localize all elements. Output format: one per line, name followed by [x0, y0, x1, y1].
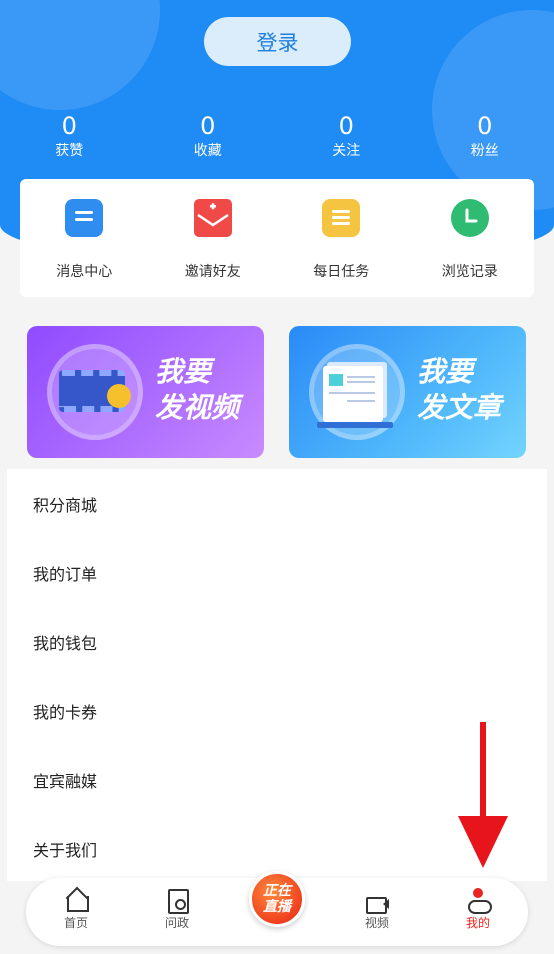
quick-action-history[interactable]: 浏览记录 [406, 179, 535, 297]
quick-action-messages[interactable]: 消息中心 [20, 179, 149, 297]
post-article-banner[interactable]: 我要 发文章 [289, 326, 526, 458]
decorative-bubble [0, 0, 160, 110]
tab-mine[interactable]: 我的 [438, 888, 518, 931]
live-stream-button[interactable]: 正在 直播 [249, 871, 305, 927]
stat-label: 关注 [332, 143, 361, 159]
stat-likes[interactable]: 0 获赞 [0, 112, 139, 161]
tab-label: 问政 [164, 916, 189, 930]
menu-item-my-coupons[interactable]: 我的卡券 [7, 676, 547, 745]
stat-value: 0 [477, 112, 493, 140]
document-icon [323, 366, 383, 422]
document-stand-icon [317, 422, 393, 428]
tab-ask[interactable]: 问政 [137, 888, 217, 931]
stat-value: 0 [338, 112, 354, 140]
live-line1: 正在 [263, 883, 291, 899]
menu-item-yibin-media[interactable]: 宜宾融媒 [7, 745, 547, 814]
banner-text: 我要 发文章 [417, 354, 501, 426]
user-stats: 0 获赞 0 收藏 0 关注 0 粉丝 [0, 112, 554, 161]
quick-action-label: 邀请好友 [184, 264, 241, 280]
quick-action-label: 浏览记录 [441, 264, 498, 280]
quick-action-label: 消息中心 [56, 264, 113, 280]
quick-actions-card: 消息中心 邀请好友 每日任务 浏览记录 [20, 179, 534, 297]
banner-line1: 我要 [417, 355, 474, 388]
quick-action-tasks[interactable]: 每日任务 [277, 179, 406, 297]
post-video-banner[interactable]: 我要 发视频 [27, 326, 264, 458]
inquiry-icon [165, 888, 189, 914]
stat-label: 获赞 [55, 143, 84, 159]
banner-text: 我要 发视频 [155, 354, 239, 426]
tab-video[interactable]: 视频 [337, 888, 417, 931]
invite-icon [193, 199, 232, 237]
menu-item-my-orders[interactable]: 我的订单 [7, 538, 547, 607]
login-button[interactable]: 登录 [204, 17, 351, 66]
quick-action-invite[interactable]: 邀请好友 [149, 179, 278, 297]
stat-following[interactable]: 0 关注 [277, 112, 416, 161]
history-clock-icon [450, 199, 489, 237]
banner-line2: 发文章 [417, 391, 502, 424]
tab-label: 我的 [465, 916, 490, 930]
home-icon [64, 888, 89, 912]
message-icon [65, 199, 104, 237]
menu-item-points-mall[interactable]: 积分商城 [7, 469, 547, 538]
quick-action-label: 每日任务 [313, 264, 370, 280]
user-icon [466, 888, 492, 914]
live-line2: 直播 [263, 899, 291, 915]
menu-item-my-wallet[interactable]: 我的钱包 [7, 607, 547, 676]
annotation-arrow-head [458, 816, 508, 868]
sun-icon [107, 384, 131, 408]
tab-label: 首页 [63, 916, 88, 930]
banner-line1: 我要 [155, 355, 212, 388]
stat-fans[interactable]: 0 粉丝 [416, 112, 554, 161]
stat-label: 收藏 [193, 143, 222, 159]
stat-favorites[interactable]: 0 收藏 [139, 112, 278, 161]
tab-label: 视频 [364, 916, 389, 930]
stat-value: 0 [61, 112, 77, 140]
banner-line2: 发视频 [155, 391, 240, 424]
stat-label: 粉丝 [470, 143, 499, 159]
task-icon [322, 199, 361, 237]
tab-home[interactable]: 首页 [36, 888, 116, 931]
video-camera-icon [365, 888, 389, 914]
stat-value: 0 [200, 112, 216, 140]
